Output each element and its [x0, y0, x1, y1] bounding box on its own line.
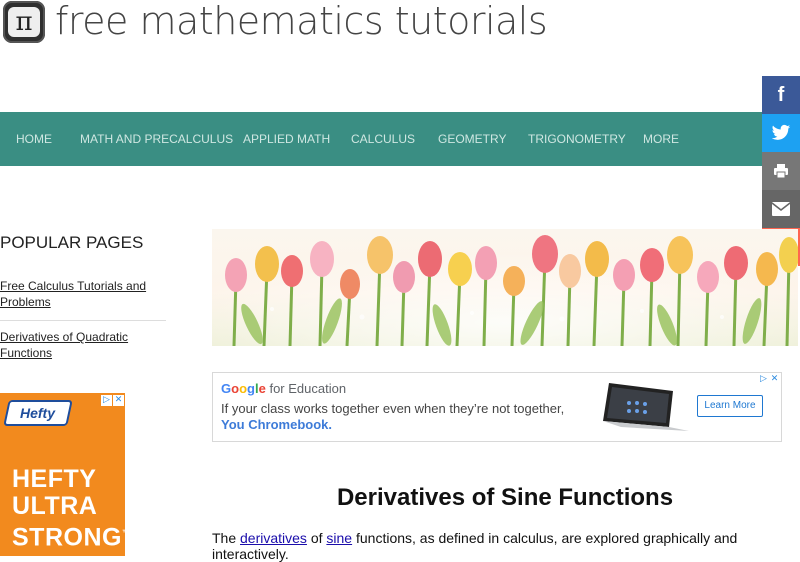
popular-pages-heading: POPULAR PAGES: [0, 233, 144, 252]
pi-icon: π: [8, 7, 40, 37]
nav-item-applied-math[interactable]: APPLIED MATH: [243, 112, 330, 166]
google-for-education-advertisement[interactable]: Google for Education If your class works…: [212, 372, 782, 442]
ad-close-icon[interactable]: ✕: [113, 395, 124, 406]
chromebook-image: [603, 383, 689, 431]
facebook-icon: f: [777, 83, 785, 106]
nav-item-more[interactable]: MORE: [643, 112, 679, 166]
hefty-logo: Hefty: [3, 400, 73, 426]
nav-item-home[interactable]: HOME: [16, 112, 52, 166]
twitter-share-button[interactable]: [762, 114, 800, 152]
nav-item-trigonometry[interactable]: TRIGONOMETRY: [528, 112, 626, 166]
nav-item-calculus[interactable]: CALCULUS: [351, 112, 415, 166]
google-logo-text: Google: [221, 381, 266, 396]
main-navigation: HOME MATH AND PRECALCULUS APPLIED MATH C…: [0, 112, 800, 166]
article-intro: The derivatives of sine functions, as de…: [212, 530, 738, 562]
adchoices-icon[interactable]: ▷: [758, 374, 769, 385]
twitter-icon: [771, 124, 791, 140]
learn-more-button[interactable]: Learn More: [697, 395, 763, 417]
tulip-banner-image: [212, 229, 798, 346]
facebook-share-button[interactable]: f: [762, 76, 800, 114]
print-button[interactable]: [762, 152, 800, 190]
ad-headline-line-2: ULTRA: [12, 492, 98, 520]
ad-text-line-2: You Chromebook.: [221, 417, 332, 432]
sine-link[interactable]: sine: [326, 530, 352, 546]
sidebar-advertisement[interactable]: Hefty ▷ ✕ HEFTY ULTRA STRONG™: [0, 393, 125, 556]
printer-icon: [774, 164, 788, 179]
nav-item-math-and-precalculus[interactable]: MATH AND PRECALCULUS: [80, 112, 233, 166]
nav-item-geometry[interactable]: GEOMETRY: [438, 112, 506, 166]
derivatives-link[interactable]: derivatives: [240, 530, 307, 546]
ad-brand: Google for Education: [221, 381, 347, 396]
email-icon: [772, 202, 790, 216]
tulips-illustration: [212, 229, 798, 346]
email-share-button[interactable]: [762, 190, 800, 228]
popular-link-quadratic-derivatives[interactable]: Derivatives of Quadratic Functions: [0, 329, 165, 361]
popular-link-calculus-tutorials[interactable]: Free Calculus Tutorials and Problems: [0, 278, 165, 310]
site-title[interactable]: free mathematics tutorials: [55, 0, 548, 43]
ad-close-icon[interactable]: ✕: [769, 374, 780, 385]
ad-text-line-1: If your class works together even when t…: [221, 401, 565, 416]
site-logo[interactable]: π: [3, 1, 45, 43]
divider: [0, 320, 166, 321]
ad-headline-line-3: STRONG™: [12, 523, 125, 552]
adchoices-icon[interactable]: ▷: [101, 395, 112, 406]
ad-headline-line-1: HEFTY: [12, 465, 97, 493]
article-title: Derivatives of Sine Functions: [336, 484, 674, 511]
